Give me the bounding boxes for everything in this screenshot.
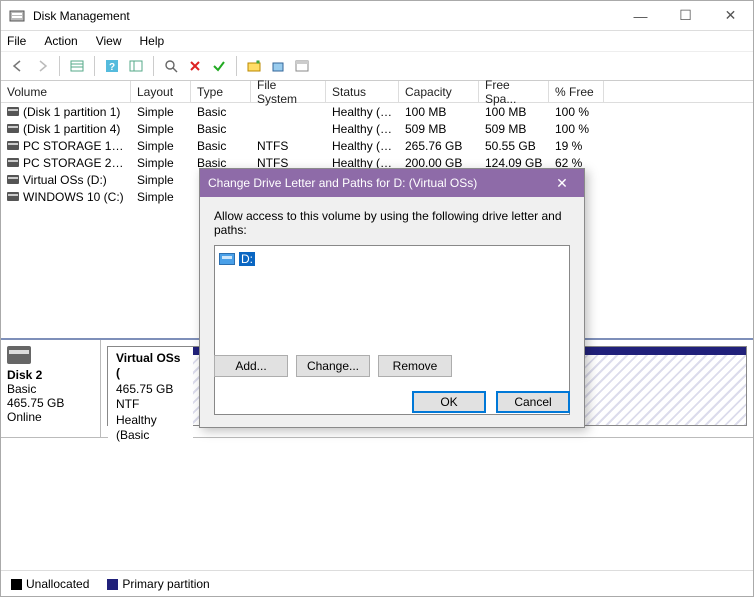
menu-action[interactable]: Action [44,34,77,48]
window-controls: — ☐ ✕ [618,1,753,30]
titlebar: Disk Management — ☐ ✕ [1,1,753,31]
partition-status: Healthy (Basic [116,413,185,444]
app-icon [9,8,25,24]
volume-name: (Disk 1 partition 4) [23,122,120,136]
volume-name: (Disk 1 partition 1) [23,105,120,119]
ok-button[interactable]: OK [412,391,486,413]
dialog-ok-row: OK Cancel [412,391,570,413]
legend: Unallocated Primary partition [1,570,753,596]
cancel-button[interactable]: Cancel [496,391,570,413]
toolbar-separator [94,56,95,76]
volume-icon [7,107,19,116]
disk-size: 465.75 GB [7,396,94,410]
svg-text:?: ? [109,62,115,73]
volume-icon [7,158,19,167]
properties-icon[interactable] [267,55,289,77]
volume-icon [7,141,19,150]
dialog-titlebar[interactable]: Change Drive Letter and Paths for D: (Vi… [200,169,584,197]
menubar: File Action View Help [1,31,753,51]
remove-button[interactable]: Remove [378,355,452,377]
cell-layout: Simple [131,105,191,119]
col-blank [604,81,753,102]
disk-type: Basic [7,382,94,396]
col-filesystem[interactable]: File System [251,81,326,102]
table-row[interactable]: PC STORAGE 1 (F:) Simple Basic NTFS Heal… [1,137,753,154]
check-icon[interactable] [208,55,230,77]
volume-icon [7,175,19,184]
disk-info-panel[interactable]: Disk 2 Basic 465.75 GB Online [1,340,101,437]
table-row[interactable]: (Disk 1 partition 4) Simple Basic Health… [1,120,753,137]
swatch-blue-icon [107,579,118,590]
drive-icon [219,253,235,265]
menu-help[interactable]: Help [140,34,165,48]
legend-primary: Primary partition [107,577,209,591]
bottom-fill [1,438,753,571]
menu-view[interactable]: View [96,34,122,48]
volume-icon [7,124,19,133]
volume-icon [7,192,19,201]
legend-unallocated: Unallocated [11,577,89,591]
partition-virtual-oss[interactable]: Virtual OSs ( 465.75 GB NTF Healthy (Bas… [108,347,193,425]
cell-type: Basic [191,105,251,119]
view-list-icon[interactable] [66,55,88,77]
col-capacity[interactable]: Capacity [399,81,479,102]
settings-icon[interactable] [291,55,313,77]
swatch-black-icon [11,579,22,590]
dialog-message: Allow access to this volume by using the… [214,209,570,237]
window-title: Disk Management [33,9,618,23]
list-item[interactable]: D: [219,250,565,268]
dialog-action-row: Add... Change... Remove [214,355,452,377]
disk-icon [7,346,31,364]
volume-name: WINDOWS 10 (C:) [23,190,124,204]
col-freespace[interactable]: Free Spa... [479,81,549,102]
change-button[interactable]: Change... [296,355,370,377]
toolbar-separator [59,56,60,76]
table-row[interactable]: (Disk 1 partition 1) Simple Basic Health… [1,103,753,120]
finder-icon[interactable] [160,55,182,77]
cell-pct: 100 % [549,105,604,119]
cell-capacity: 100 MB [399,105,479,119]
disk-label: Disk 2 [7,368,94,382]
refresh-icon[interactable] [125,55,147,77]
dialog-title: Change Drive Letter and Paths for D: (Vi… [208,176,548,190]
delete-icon[interactable] [184,55,206,77]
col-volume[interactable]: Volume [1,81,131,102]
volume-name: PC STORAGE 2 (E:) [23,156,131,170]
toolbar-separator [236,56,237,76]
toolbar-separator [153,56,154,76]
disk-status: Online [7,410,94,424]
cell-free: 100 MB [479,105,549,119]
volume-name: Virtual OSs (D:) [23,173,107,187]
menu-file[interactable]: File [7,34,26,48]
drive-paths-listbox[interactable]: D: [214,245,570,415]
forward-button[interactable] [31,55,53,77]
change-drive-letter-dialog: Change Drive Letter and Paths for D: (Vi… [199,168,585,428]
close-button[interactable]: ✕ [708,1,753,30]
new-partition-icon[interactable] [243,55,265,77]
volume-header: Volume Layout Type File System Status Ca… [1,81,753,103]
maximize-button[interactable]: ☐ [663,1,708,30]
drive-letter-label: D: [239,252,255,266]
col-pctfree[interactable]: % Free [549,81,604,102]
dialog-close-button[interactable]: ✕ [548,169,576,197]
col-status[interactable]: Status [326,81,399,102]
partition-size: 465.75 GB NTF [116,382,185,413]
cell-status: Healthy (E... [326,105,399,119]
toolbar: ? [1,51,753,81]
minimize-button[interactable]: — [618,1,663,30]
add-button[interactable]: Add... [214,355,288,377]
partition-title: Virtual OSs ( [116,351,185,382]
partition-body: Virtual OSs ( 465.75 GB NTF Healthy (Bas… [108,347,193,449]
volume-name: PC STORAGE 1 (F:) [23,139,131,153]
help-icon[interactable]: ? [101,55,123,77]
col-type[interactable]: Type [191,81,251,102]
back-button[interactable] [7,55,29,77]
col-layout[interactable]: Layout [131,81,191,102]
